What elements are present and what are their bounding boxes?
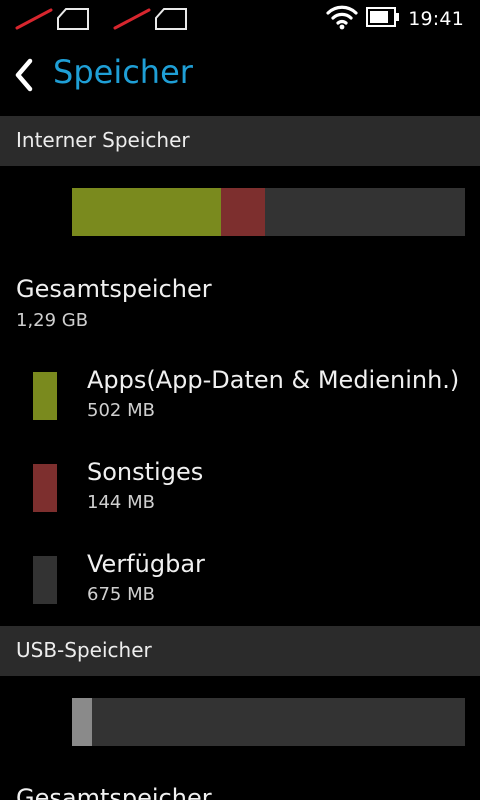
legend-size: 144 MB xyxy=(87,492,155,513)
usage-segment-other xyxy=(221,188,265,236)
legend-size: 675 MB xyxy=(87,584,155,605)
legend-item-apps[interactable]: Apps(App-Daten & Medieninh.) 502 MB xyxy=(0,366,480,452)
status-bar: 19:41 xyxy=(0,0,480,38)
page-title: Speicher xyxy=(53,53,193,91)
section-header-usb: USB-Speicher xyxy=(0,626,480,676)
usage-segment-used xyxy=(72,698,92,746)
usb-total-storage-label: Gesamtspeicher xyxy=(16,784,212,800)
total-storage-label: Gesamtspeicher xyxy=(16,275,212,303)
total-storage-value: 1,29 GB xyxy=(16,310,89,331)
section-title: USB-Speicher xyxy=(16,638,152,662)
internal-usage-bar xyxy=(72,188,465,236)
legend-size: 502 MB xyxy=(87,400,155,421)
wifi-icon xyxy=(326,4,358,34)
back-button[interactable] xyxy=(10,56,46,96)
legend-item-free[interactable]: Verfügbar 675 MB xyxy=(0,550,480,636)
usage-segment-free xyxy=(91,698,465,746)
usb-usage-bar xyxy=(72,698,465,746)
legend-item-other[interactable]: Sonstiges 144 MB xyxy=(0,458,480,544)
battery-icon xyxy=(366,6,400,32)
color-swatch xyxy=(33,556,57,604)
legend-label: Verfügbar xyxy=(87,550,205,578)
section-header-internal: Interner Speicher xyxy=(0,116,480,166)
app-header: Speicher xyxy=(0,38,480,116)
usage-segment-free xyxy=(264,188,465,236)
section-title: Interner Speicher xyxy=(16,128,190,152)
legend-label: Apps(App-Daten & Medieninh.) xyxy=(87,366,460,394)
legend-label: Sonstiges xyxy=(87,458,204,486)
status-icons: 19:41 xyxy=(326,4,464,34)
no-sim-icon xyxy=(112,7,188,31)
status-clock: 19:41 xyxy=(408,8,464,30)
chevron-left-icon xyxy=(10,58,46,100)
storage-screen: 19:41 Speicher Interner Speicher Gesamts… xyxy=(0,0,480,800)
color-swatch xyxy=(33,372,57,420)
usage-segment-apps xyxy=(72,188,222,236)
color-swatch xyxy=(33,464,57,512)
no-sim-icon xyxy=(14,7,90,31)
